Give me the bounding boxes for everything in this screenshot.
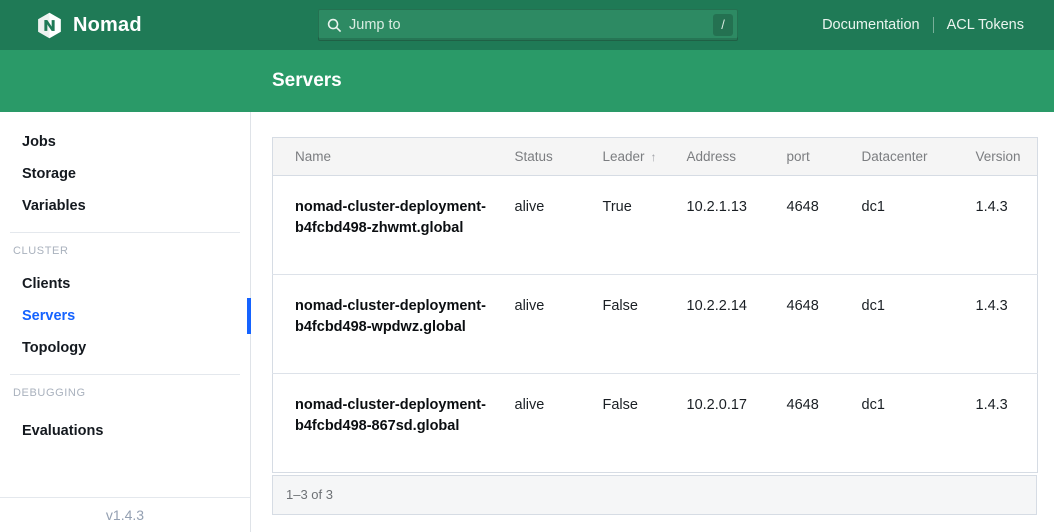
server-status: alive — [506, 176, 594, 275]
server-status: alive — [506, 275, 594, 374]
sidebar-item-storage[interactable]: Storage — [0, 158, 250, 190]
table-header-row: Name Status Leader ↑ Address port Datacen… — [273, 138, 1038, 176]
top-navbar: Nomad / Documentation ACL Tokens — [0, 0, 1054, 50]
nav-links-divider — [933, 17, 934, 33]
table-row[interactable]: nomad-cluster-deployment-b4fcbd498-867sd… — [273, 374, 1038, 473]
sidebar: Jobs Storage Variables CLUSTER Clients S… — [0, 112, 251, 532]
server-name: nomad-cluster-deployment-b4fcbd498-zhwmt… — [273, 176, 506, 275]
server-datacenter: dc1 — [853, 374, 967, 473]
server-port: 4648 — [778, 275, 853, 374]
server-status: alive — [506, 374, 594, 473]
server-address: 10.2.0.17 — [678, 374, 778, 473]
acl-tokens-link[interactable]: ACL Tokens — [947, 17, 1024, 33]
sort-ascending-icon: ↑ — [651, 150, 657, 164]
server-address: 10.2.2.14 — [678, 275, 778, 374]
search-input[interactable] — [349, 17, 708, 33]
documentation-link[interactable]: Documentation — [822, 17, 920, 33]
sidebar-divider — [10, 232, 240, 233]
server-leader: True — [594, 176, 678, 275]
server-name: nomad-cluster-deployment-b4fcbd498-wpdwz… — [273, 275, 506, 374]
page-header: Servers — [0, 50, 1054, 112]
server-port: 4648 — [778, 374, 853, 473]
server-datacenter: dc1 — [853, 275, 967, 374]
sidebar-item-topology[interactable]: Topology — [0, 332, 250, 364]
sidebar-section-cluster: CLUSTER — [0, 242, 250, 260]
pagination-summary: 1–3 of 3 — [272, 475, 1037, 515]
column-header-address[interactable]: Address — [678, 138, 778, 176]
servers-table: Name Status Leader ↑ Address port Datacen… — [272, 137, 1038, 473]
nomad-brand[interactable]: Nomad — [36, 12, 142, 39]
app-version: v1.4.3 — [0, 497, 250, 532]
server-version: 1.4.3 — [967, 176, 1038, 275]
sidebar-item-variables[interactable]: Variables — [0, 190, 250, 222]
brand-name: Nomad — [73, 14, 142, 37]
server-version: 1.4.3 — [967, 374, 1038, 473]
column-header-name[interactable]: Name — [273, 138, 506, 176]
page-title: Servers — [272, 70, 342, 92]
column-header-leader-label: Leader — [603, 149, 645, 164]
server-name: nomad-cluster-deployment-b4fcbd498-867sd… — [273, 374, 506, 473]
sidebar-section-debugging: DEBUGGING — [0, 384, 250, 402]
column-header-datacenter[interactable]: Datacenter — [853, 138, 967, 176]
sidebar-item-servers[interactable]: Servers — [0, 300, 250, 332]
search-icon — [327, 18, 342, 33]
table-row[interactable]: nomad-cluster-deployment-b4fcbd498-wpdwz… — [273, 275, 1038, 374]
main-panel: Name Status Leader ↑ Address port Datacen… — [251, 112, 1054, 532]
nomad-logo-icon — [36, 12, 63, 39]
server-leader: False — [594, 275, 678, 374]
server-leader: False — [594, 374, 678, 473]
column-header-version[interactable]: Version — [967, 138, 1038, 176]
column-header-status[interactable]: Status — [506, 138, 594, 176]
search-shortcut-hint: / — [713, 14, 733, 36]
server-port: 4648 — [778, 176, 853, 275]
table-row[interactable]: nomad-cluster-deployment-b4fcbd498-zhwmt… — [273, 176, 1038, 275]
server-address: 10.2.1.13 — [678, 176, 778, 275]
sidebar-item-clients[interactable]: Clients — [0, 268, 250, 300]
server-version: 1.4.3 — [967, 275, 1038, 374]
column-header-port[interactable]: port — [778, 138, 853, 176]
server-datacenter: dc1 — [853, 176, 967, 275]
sidebar-item-evaluations[interactable]: Evaluations — [0, 415, 250, 447]
jump-to-search[interactable]: / — [318, 9, 738, 41]
column-header-leader[interactable]: Leader ↑ — [594, 138, 678, 176]
sidebar-item-jobs[interactable]: Jobs — [0, 126, 250, 158]
sidebar-divider — [10, 374, 240, 375]
nav-links: Documentation ACL Tokens — [822, 17, 1024, 33]
